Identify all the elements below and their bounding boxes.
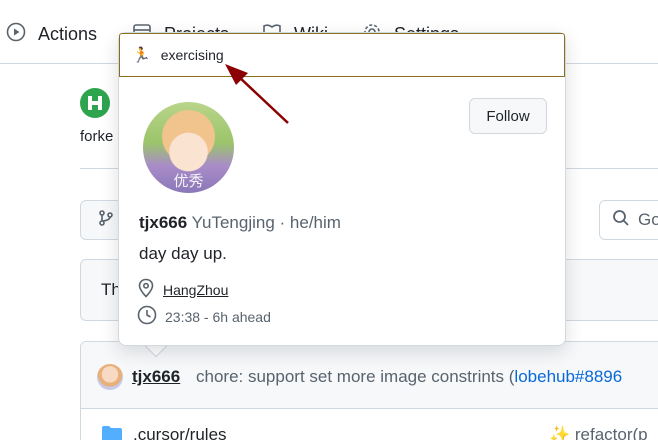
user-fullname: YuTengjing · he/him [191, 213, 341, 232]
commit-author-link[interactable]: tjx666 [132, 367, 180, 387]
follow-button[interactable]: Follow [469, 98, 547, 134]
play-circle-icon [6, 22, 38, 47]
go-to-file-placeholder: Go [638, 210, 658, 229]
location-link[interactable]: HangZhou [163, 282, 228, 298]
search-icon [612, 209, 638, 232]
running-emoji-icon: 🏃 [132, 47, 151, 64]
user-location: HangZhou [137, 278, 228, 301]
avatar[interactable]: 优秀 [143, 102, 234, 193]
user-status: 🏃 exercising [119, 33, 565, 77]
file-commit-message[interactable]: ✨ refactor(p [549, 425, 648, 440]
user-name-line: tjx666 YuTengjing · he/him [139, 213, 341, 233]
file-table: tjx666 chore: support set more image con… [80, 341, 658, 440]
go-to-file-input[interactable]: Go [599, 200, 658, 240]
git-branch-icon [97, 209, 115, 232]
location-pin-icon [137, 278, 163, 301]
tab-actions[interactable]: Actions [6, 22, 97, 46]
latest-commit-row: tjx666 chore: support set more image con… [81, 342, 658, 409]
local-time-text: 23:38 - 6h ahead [165, 308, 271, 325]
table-row[interactable]: .cursor/rules ✨ refactor(p [81, 409, 658, 440]
commit-message-text: chore: support set more image constrints… [196, 367, 515, 386]
avatar[interactable] [97, 364, 123, 390]
user-local-time: 23:38 - 6h ahead [137, 305, 271, 328]
avatar-caption: 优秀 [173, 173, 204, 190]
folder-icon [101, 425, 123, 440]
tab-actions-label: Actions [38, 23, 98, 44]
commit-pr-link[interactable]: lobehub#8896 [514, 367, 622, 386]
clock-icon [137, 305, 165, 328]
fork-source-avatar[interactable] [80, 88, 110, 118]
status-text: exercising [160, 47, 224, 63]
forked-from-text: forke [80, 128, 114, 145]
file-name-link[interactable]: .cursor/rules [133, 425, 227, 440]
user-login-link[interactable]: tjx666 [139, 213, 187, 232]
user-bio: day day up. [139, 244, 227, 263]
user-hovercard: 🏃 exercising Follow 优秀 tjx666 YuTengjing… [118, 32, 566, 346]
commit-message[interactable]: chore: support set more image constrints… [196, 367, 622, 387]
